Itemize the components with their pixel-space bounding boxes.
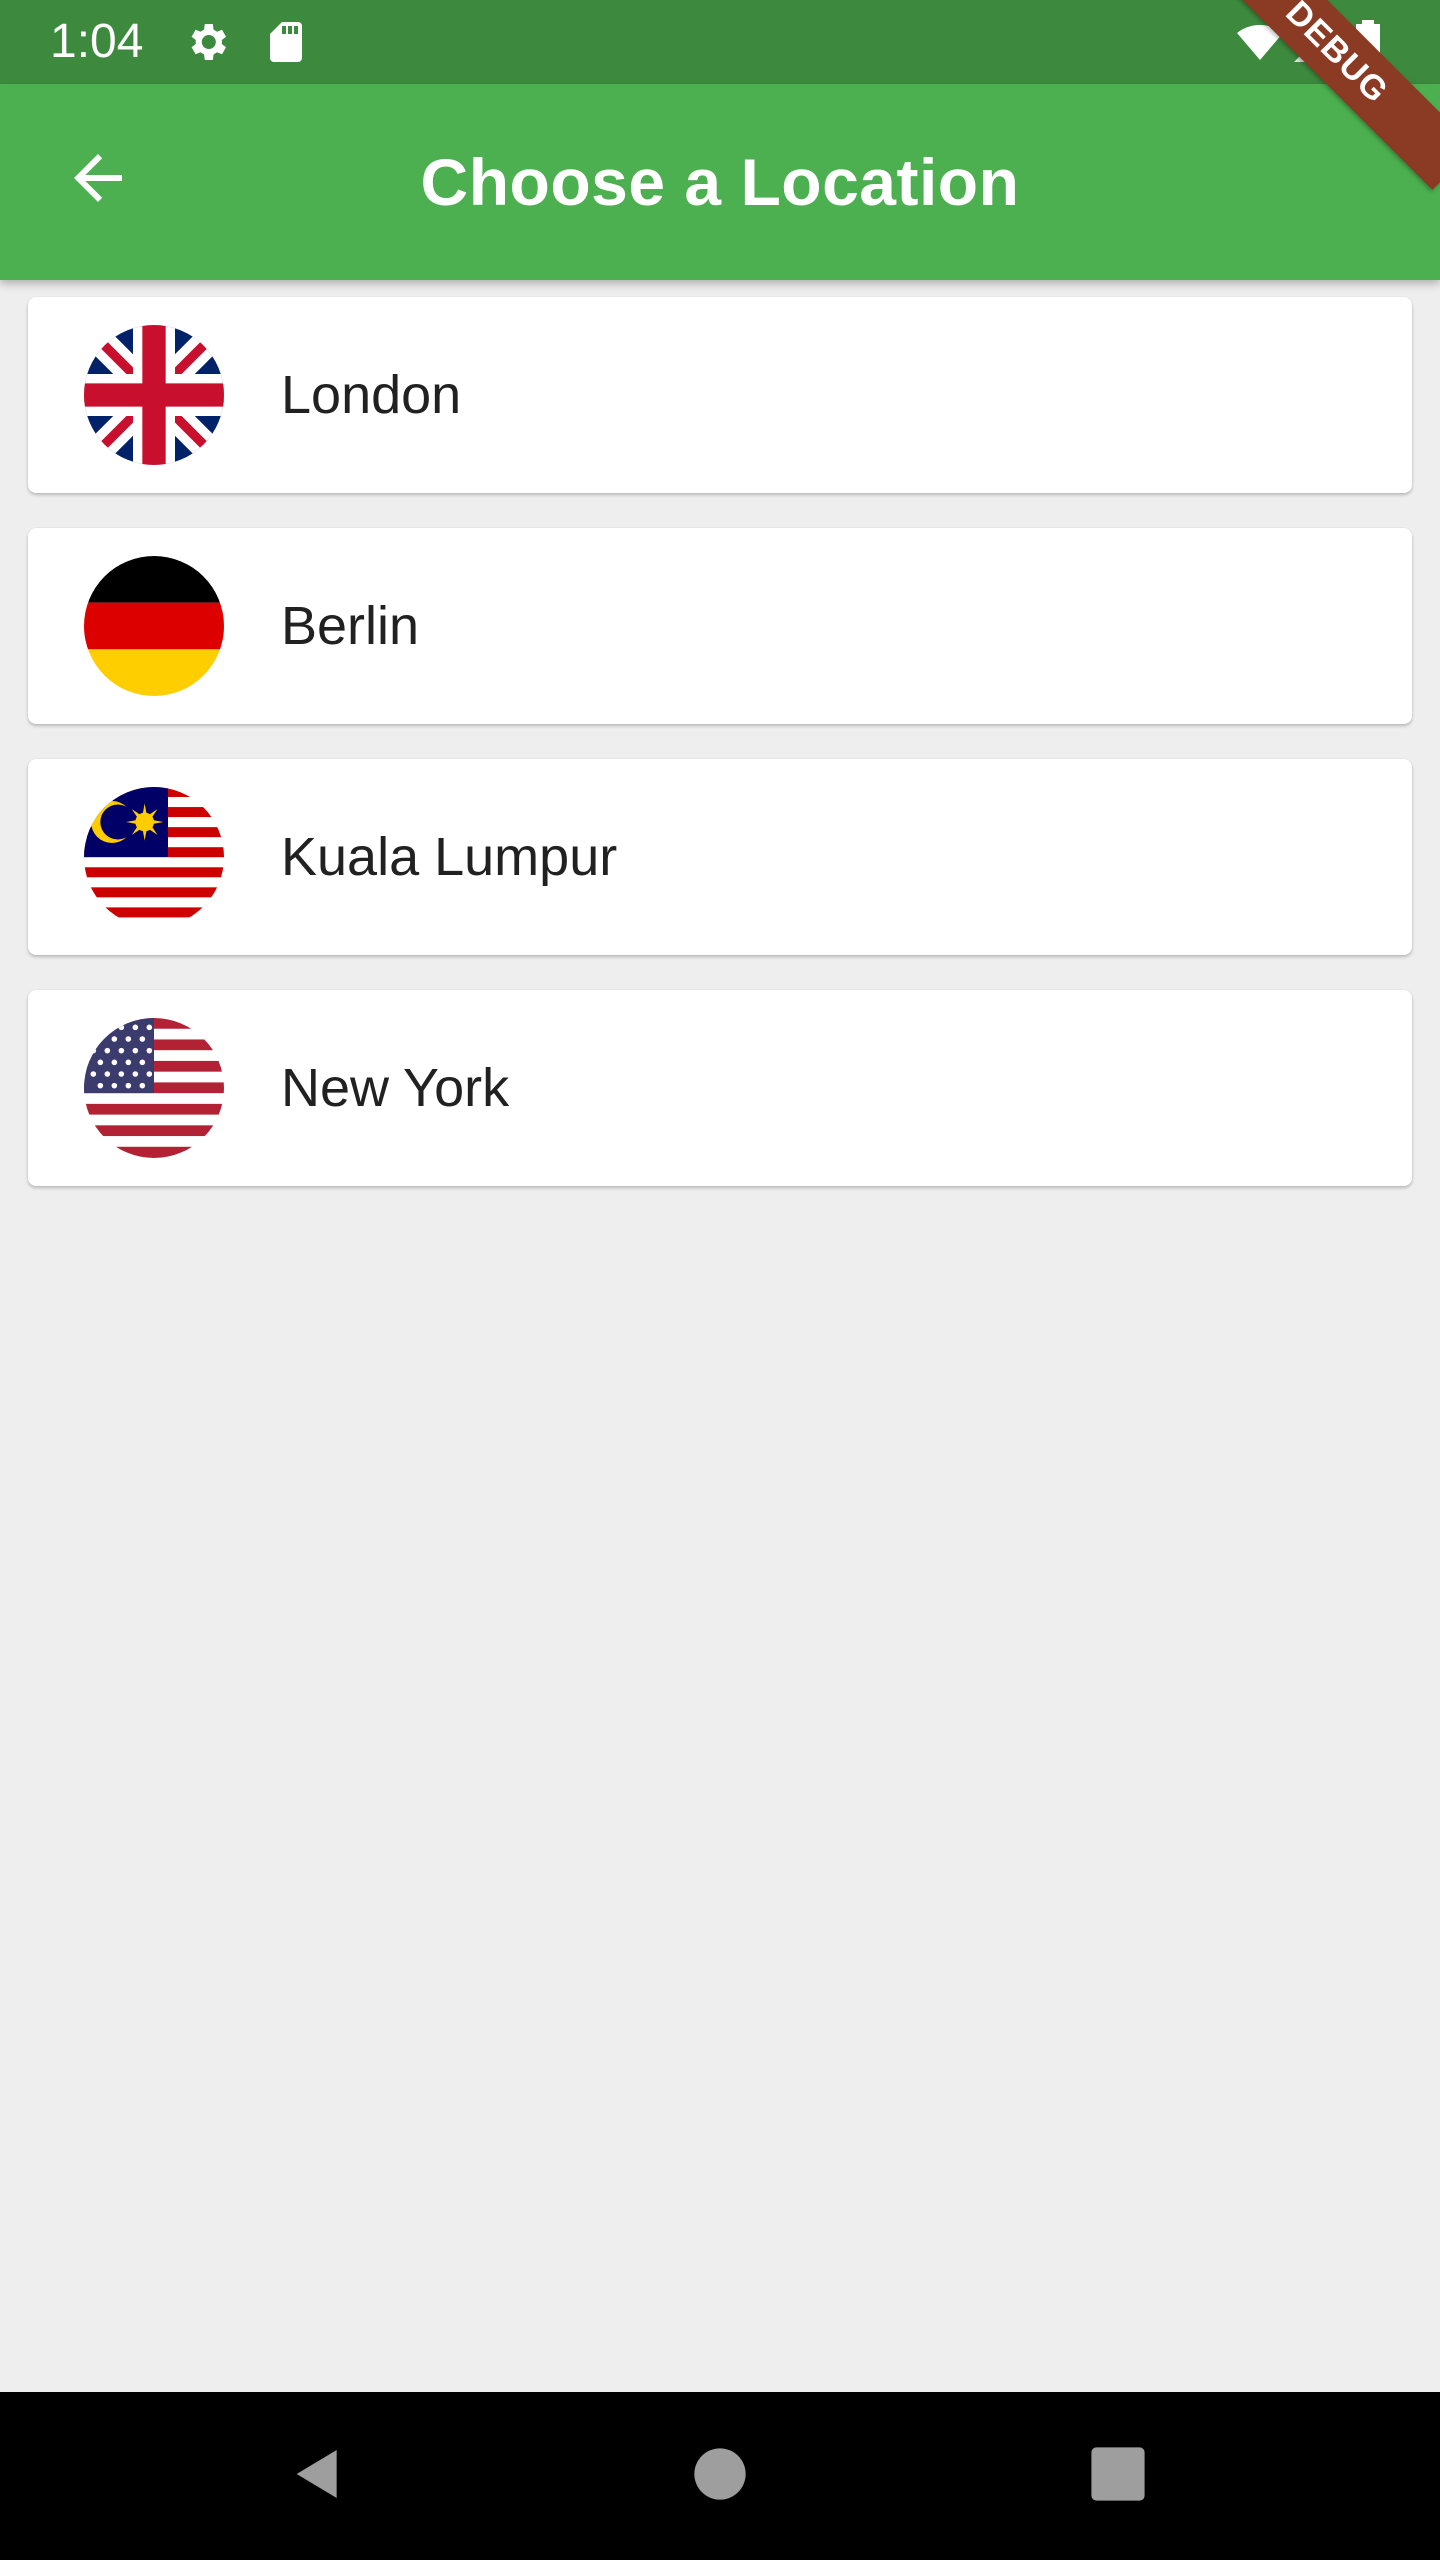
nav-back-button[interactable] — [278, 2436, 358, 2516]
location-item-berlin[interactable]: Berlin — [28, 528, 1412, 724]
status-bar: 1:04 — [0, 0, 1440, 84]
location-name: New York — [281, 1058, 510, 1118]
location-list: London Berlin Kuala Lumpur New York — [28, 297, 1412, 1221]
nav-recents-icon — [1089, 2445, 1147, 2508]
location-item-london[interactable]: London — [28, 297, 1412, 493]
nav-recents-button[interactable] — [1078, 2436, 1158, 2516]
location-item-new-york[interactable]: New York — [28, 990, 1412, 1186]
malaysia-flag-icon — [84, 787, 224, 927]
nav-back-icon — [286, 2442, 350, 2511]
status-time: 1:04 — [50, 15, 144, 68]
sd-card-icon — [262, 18, 310, 66]
nav-home-icon — [692, 2446, 748, 2507]
uk-flag-icon — [84, 325, 224, 465]
app-bar: Choose a Location — [0, 84, 1440, 280]
germany-flag-icon — [84, 556, 224, 696]
page-title: Choose a Location — [420, 145, 1020, 219]
gear-icon — [183, 18, 231, 66]
location-name: Kuala Lumpur — [281, 827, 618, 887]
location-item-kuala-lumpur[interactable]: Kuala Lumpur — [28, 759, 1412, 955]
location-name: Berlin — [281, 596, 420, 656]
usa-flag-icon — [84, 1018, 224, 1158]
location-name: London — [281, 365, 462, 425]
nav-home-button[interactable] — [680, 2436, 760, 2516]
system-nav-bar — [0, 2392, 1440, 2560]
